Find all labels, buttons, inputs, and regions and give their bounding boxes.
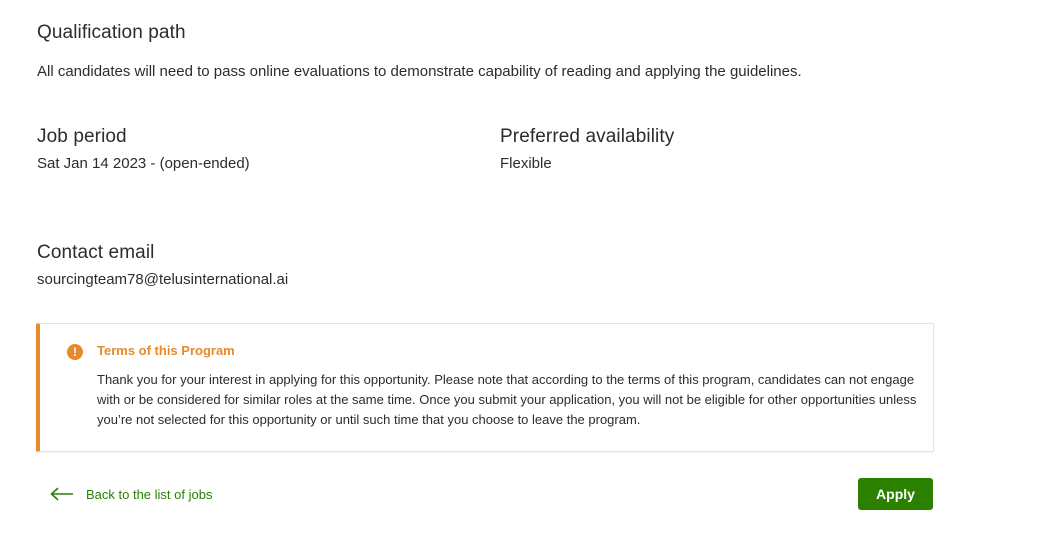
- back-to-jobs-link[interactable]: Back to the list of jobs: [50, 484, 212, 504]
- contact-email-value: sourcingteam78@telusinternational.ai: [37, 271, 289, 288]
- apply-button[interactable]: Apply: [858, 478, 933, 510]
- arrow-left-icon: [50, 487, 73, 501]
- job-period-value: Sat Jan 14 2023 - (open-ended): [37, 155, 250, 172]
- terms-notice: ! Terms of this Program Thank you for yo…: [36, 323, 934, 452]
- qualification-path-text: All candidates will need to pass online …: [37, 63, 802, 80]
- qualification-path-heading: Qualification path: [37, 22, 186, 43]
- terms-title: Terms of this Program: [97, 343, 235, 358]
- job-details-page: Qualification path All candidates will n…: [0, 0, 1063, 541]
- terms-body: Thank you for your interest in applying …: [97, 372, 917, 427]
- back-to-jobs-label: Back to the list of jobs: [86, 486, 213, 502]
- contact-email-heading: Contact email: [37, 242, 155, 263]
- preferred-availability-value: Flexible: [500, 155, 552, 172]
- job-period-heading: Job period: [37, 126, 127, 147]
- warning-icon: !: [67, 344, 83, 360]
- preferred-availability-heading: Preferred availability: [500, 126, 675, 147]
